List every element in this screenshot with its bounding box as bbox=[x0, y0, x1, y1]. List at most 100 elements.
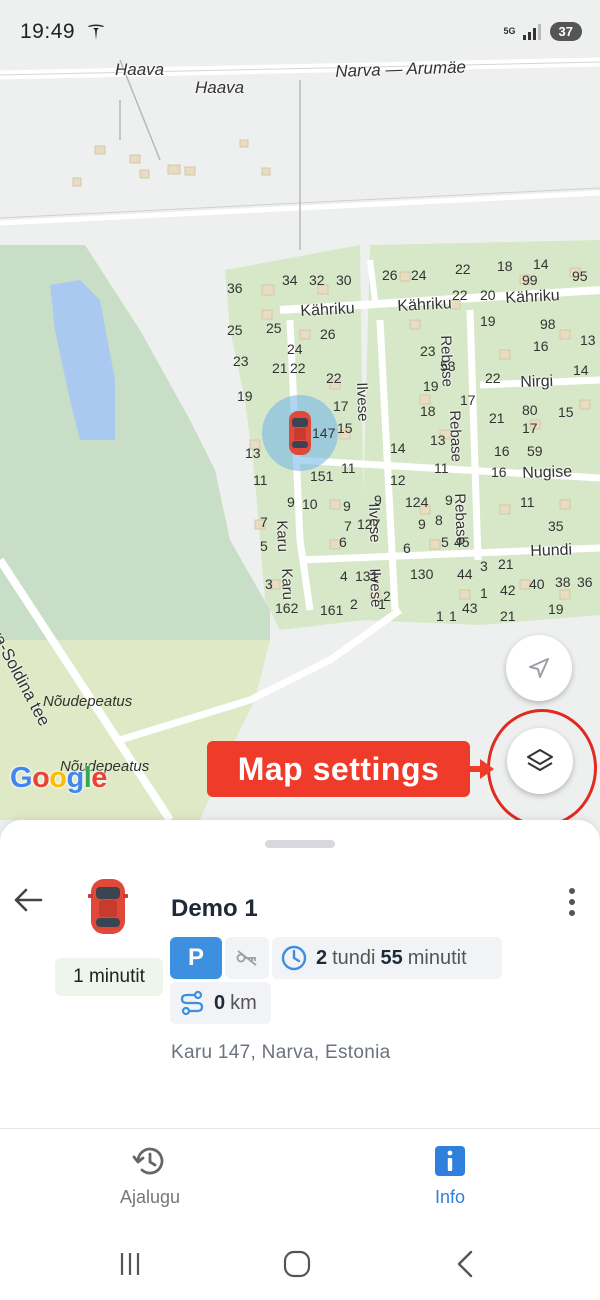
house-number-label: 21 bbox=[498, 556, 514, 572]
house-number-label: 24 bbox=[411, 267, 427, 283]
house-number-label: 35 bbox=[548, 518, 564, 534]
house-number-label: 98 bbox=[540, 316, 556, 332]
more-options-button[interactable] bbox=[558, 884, 586, 920]
house-number-label: 21 bbox=[489, 410, 505, 426]
duration-minutes: 55 bbox=[380, 946, 403, 969]
house-number-label: 10 bbox=[302, 496, 318, 512]
back-nav-button[interactable] bbox=[445, 1246, 485, 1282]
house-number-label: 20 bbox=[480, 287, 496, 303]
status-bar: 19:49 5G 37 bbox=[0, 0, 600, 64]
house-number-label: 2 bbox=[383, 588, 391, 604]
last-update-chip: 1 minutit bbox=[55, 958, 163, 996]
road-label: Kähriku bbox=[300, 300, 356, 320]
system-navigation-bar bbox=[0, 1228, 600, 1300]
house-number-label: 17 bbox=[460, 392, 476, 408]
recent-apps-button[interactable] bbox=[110, 1246, 150, 1282]
chevron-left-icon bbox=[457, 1250, 473, 1278]
road-label: Nugise bbox=[522, 463, 573, 482]
home-button[interactable] bbox=[277, 1246, 317, 1282]
car-icon bbox=[88, 879, 128, 934]
house-number-label: 11 bbox=[253, 472, 268, 488]
house-number-label: 9 bbox=[374, 492, 382, 508]
house-number-label: 95 bbox=[572, 268, 588, 284]
sheet-drag-handle[interactable] bbox=[265, 840, 335, 848]
house-number-label: 17 bbox=[333, 398, 349, 414]
house-number-label: 9 bbox=[418, 516, 426, 532]
house-number-label: 1 bbox=[449, 608, 457, 624]
house-number-label: 9 bbox=[287, 494, 295, 510]
house-number-label: 36 bbox=[227, 280, 243, 296]
house-number-label: 9 bbox=[343, 498, 351, 514]
house-number-label: 21 bbox=[272, 360, 288, 376]
map-settings-button[interactable] bbox=[507, 728, 573, 794]
house-number-label: 30 bbox=[336, 272, 352, 288]
house-number-label: 8 bbox=[435, 512, 443, 528]
map-settings-callout: Map settings bbox=[207, 741, 470, 797]
road-label: Rebase bbox=[446, 410, 465, 463]
tab-history[interactable]: Ajalugu bbox=[90, 1143, 210, 1208]
vehicle-name: Demo 1 bbox=[171, 895, 258, 922]
status-indicators: 5G 37 bbox=[504, 22, 582, 41]
house-number-label: 7 bbox=[344, 518, 352, 534]
house-number-label: 19 bbox=[480, 313, 496, 329]
house-number-label: 22 bbox=[455, 261, 471, 277]
route-icon bbox=[180, 990, 204, 1016]
house-number-label: 18 bbox=[497, 258, 513, 274]
signal-icon bbox=[522, 23, 544, 40]
tab-history-label: Ajalugu bbox=[119, 1187, 181, 1207]
house-number-label: 25 bbox=[266, 320, 282, 336]
house-number-label: 9 bbox=[445, 492, 453, 508]
house-number-label: 38 bbox=[555, 574, 571, 590]
house-number-label: 11 bbox=[520, 494, 535, 510]
history-icon bbox=[132, 1147, 164, 1175]
locate-button[interactable] bbox=[506, 635, 572, 701]
house-number-label: 21 bbox=[500, 608, 516, 624]
house-number-label: 15 bbox=[558, 404, 574, 420]
house-number-label: 23 bbox=[420, 343, 436, 359]
house-number-label: 40 bbox=[529, 576, 545, 592]
house-number-label: 12 bbox=[390, 472, 406, 488]
back-button[interactable] bbox=[10, 882, 46, 918]
layers-icon bbox=[527, 749, 553, 771]
house-number-label: 16 bbox=[491, 464, 507, 480]
house-number-label: 6 bbox=[339, 534, 347, 550]
vehicle-marker[interactable]: 147 bbox=[262, 395, 338, 471]
ignition-off-badge bbox=[225, 937, 269, 979]
recent-apps-icon bbox=[120, 1253, 140, 1275]
house-number-label: 22 bbox=[485, 370, 501, 386]
house-number-label: 1 bbox=[436, 608, 444, 624]
house-number-label: 15 bbox=[337, 420, 353, 436]
network-badge: 5G bbox=[503, 26, 516, 36]
house-number-label: 42 bbox=[500, 582, 516, 598]
road-label: Karu bbox=[278, 568, 297, 601]
house-number-label: 2 bbox=[350, 596, 358, 612]
google-logo: Google bbox=[10, 762, 107, 795]
parking-duration-chip: 2 tundi 55 minutit bbox=[272, 937, 502, 979]
house-number-label: 127 bbox=[357, 516, 381, 532]
duration-hours: 2 bbox=[316, 946, 328, 969]
house-number-label: 14 bbox=[573, 362, 589, 378]
house-number-label: 44 bbox=[457, 566, 473, 582]
house-number-label: 151 bbox=[310, 468, 334, 484]
house-number-label: 13 bbox=[430, 432, 446, 448]
bottom-tab-bar: Ajalugu Info bbox=[0, 1128, 600, 1228]
road-label: Karu bbox=[273, 520, 292, 553]
road-label: Haava bbox=[195, 78, 245, 97]
house-number-label: 7 bbox=[260, 514, 268, 530]
google-logo-letter: g bbox=[66, 762, 85, 794]
house-number-label: 161 bbox=[320, 602, 344, 618]
tab-info[interactable]: Info bbox=[390, 1143, 510, 1208]
house-number-label: 18 bbox=[420, 403, 436, 419]
arrow-left-icon bbox=[14, 888, 43, 912]
house-number-label: 99 bbox=[522, 272, 538, 288]
kebab-icon bbox=[569, 888, 575, 894]
distance-unit: km bbox=[230, 991, 257, 1014]
vehicle-details-sheet: 1 minutit Demo 1 P 2 tundi 55 minutit 0 … bbox=[0, 820, 600, 1128]
tab-info-label: Info bbox=[434, 1187, 466, 1207]
house-number-label: 26 bbox=[320, 326, 336, 342]
road-label: Nirgi bbox=[520, 372, 554, 391]
road-label: Kähriku bbox=[397, 295, 453, 315]
road-label: Kähriku bbox=[505, 287, 561, 307]
duration-minutes-unit: minutit bbox=[407, 946, 467, 969]
house-number-label: 130 bbox=[410, 566, 434, 582]
